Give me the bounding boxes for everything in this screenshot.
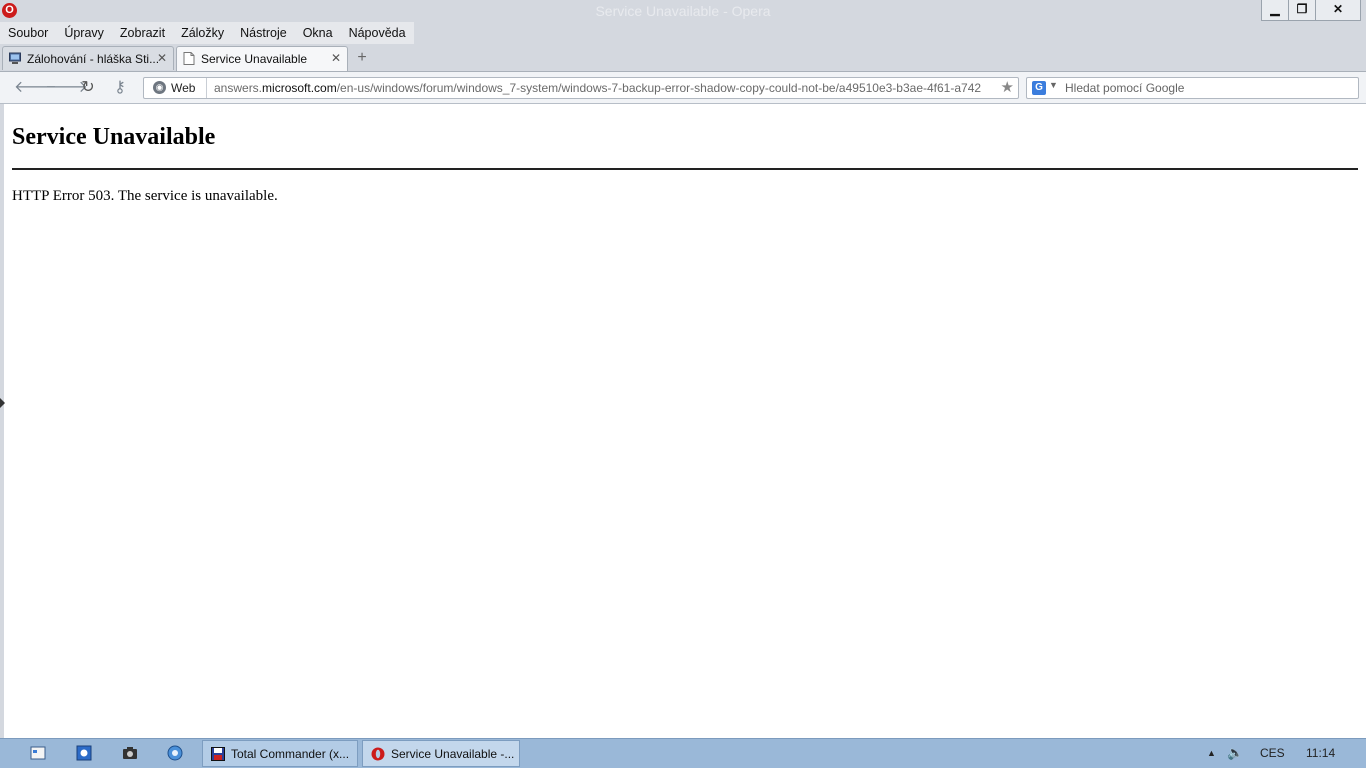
navigation-toolbar: 🡐 🡒 ↻ ⚷ ◉ Web answers.microsoft.com/en-u… bbox=[0, 71, 1366, 104]
menu-zalozky[interactable]: Záložky bbox=[173, 22, 232, 44]
taskbar: Total Commander (x... Service Unavailabl… bbox=[0, 738, 1366, 768]
url-path: /en-us/windows/forum/windows_7-system/wi… bbox=[336, 81, 982, 95]
menu-soubor[interactable]: Soubor bbox=[0, 22, 56, 44]
search-box[interactable]: G ▼ bbox=[1026, 77, 1359, 99]
forward-button[interactable]: 🡒 bbox=[45, 79, 88, 97]
address-bar[interactable]: ◉ Web answers.microsoft.com/en-us/window… bbox=[143, 77, 1019, 99]
new-tab-button[interactable]: + bbox=[354, 50, 370, 66]
google-icon[interactable]: G bbox=[1032, 81, 1046, 95]
web-badge-label: Web bbox=[171, 81, 196, 95]
error-message: HTTP Error 503. The service is unavailab… bbox=[12, 188, 278, 204]
menu-nastroje[interactable]: Nástroje bbox=[232, 22, 295, 44]
opera-icon bbox=[371, 747, 385, 761]
menu-napoveda[interactable]: Nápověda bbox=[341, 22, 414, 44]
tab-bar: Zálohování - hláška Sti... ✕ Service Una… bbox=[0, 45, 1366, 72]
taskbar-item-total-commander[interactable]: Total Commander (x... bbox=[202, 740, 358, 767]
url-prefix: answers. bbox=[214, 81, 263, 95]
menu-zobrazit[interactable]: Zobrazit bbox=[112, 22, 173, 44]
tab-service-unavailable[interactable]: Service Unavailable ✕ bbox=[176, 46, 348, 72]
search-input[interactable] bbox=[1065, 79, 1345, 97]
floppy-icon bbox=[211, 747, 225, 761]
tab-close-icon[interactable]: ✕ bbox=[331, 51, 341, 65]
globe-icon: ◉ bbox=[153, 81, 166, 94]
taskbar-item-opera[interactable]: Service Unavailable -... bbox=[362, 740, 520, 767]
url-domain: microsoft.com bbox=[262, 81, 337, 95]
window-title: Service Unavailable - Opera bbox=[595, 3, 771, 19]
control-panel-icon[interactable] bbox=[76, 745, 92, 761]
tab-label: Service Unavailable bbox=[201, 52, 308, 66]
key-icon[interactable]: ⚷ bbox=[110, 79, 130, 97]
page-icon bbox=[183, 52, 195, 65]
title-bar: O Service Unavailable - Opera ▁ ❐ ✕ bbox=[0, 0, 1366, 22]
chevron-down-icon[interactable]: ▼ bbox=[1049, 80, 1058, 90]
minimize-button[interactable]: ▁ bbox=[1261, 0, 1289, 21]
show-desktop-icon[interactable] bbox=[30, 745, 46, 761]
menu-upravy[interactable]: Úpravy bbox=[56, 22, 112, 44]
window-controls: ▁ ❐ ✕ bbox=[1261, 0, 1361, 21]
browser-globe-icon[interactable] bbox=[167, 745, 183, 761]
divider bbox=[12, 168, 1358, 170]
tab-label: Zálohování - hláška Sti... bbox=[27, 52, 160, 66]
tray-expand-icon[interactable]: ▲ bbox=[1207, 748, 1216, 758]
restore-button[interactable]: ❐ bbox=[1288, 0, 1316, 21]
menu-okna[interactable]: Okna bbox=[295, 22, 341, 44]
tab-close-icon[interactable]: ✕ bbox=[157, 51, 167, 65]
menu-bar: Soubor Úpravy Zobrazit Záložky Nástroje … bbox=[0, 22, 414, 44]
reload-button[interactable]: ↻ bbox=[78, 79, 98, 97]
taskbar-item-label: Total Commander (x... bbox=[231, 747, 350, 761]
web-badge[interactable]: ◉ Web bbox=[144, 78, 207, 98]
computer-icon bbox=[9, 52, 21, 64]
page-title: Service Unavailable bbox=[12, 124, 216, 150]
page-content: Service Unavailable HTTP Error 503. The … bbox=[4, 104, 1366, 738]
tab-zalohovani[interactable]: Zálohování - hláška Sti... ✕ bbox=[2, 46, 174, 70]
close-button[interactable]: ✕ bbox=[1315, 0, 1361, 21]
bookmark-star-icon[interactable]: ★ bbox=[1001, 79, 1014, 97]
back-button[interactable]: 🡐 bbox=[14, 79, 57, 97]
taskbar-item-label: Service Unavailable -... bbox=[391, 747, 515, 761]
volume-icon[interactable]: 🔈 bbox=[1227, 745, 1243, 761]
url-text[interactable]: answers.microsoft.com/en-us/windows/foru… bbox=[214, 78, 994, 98]
camera-icon[interactable] bbox=[122, 745, 138, 761]
clock[interactable]: 11:14 bbox=[1306, 746, 1335, 760]
side-panel-toggle-icon[interactable] bbox=[0, 398, 5, 408]
language-indicator[interactable]: CES bbox=[1260, 746, 1285, 760]
